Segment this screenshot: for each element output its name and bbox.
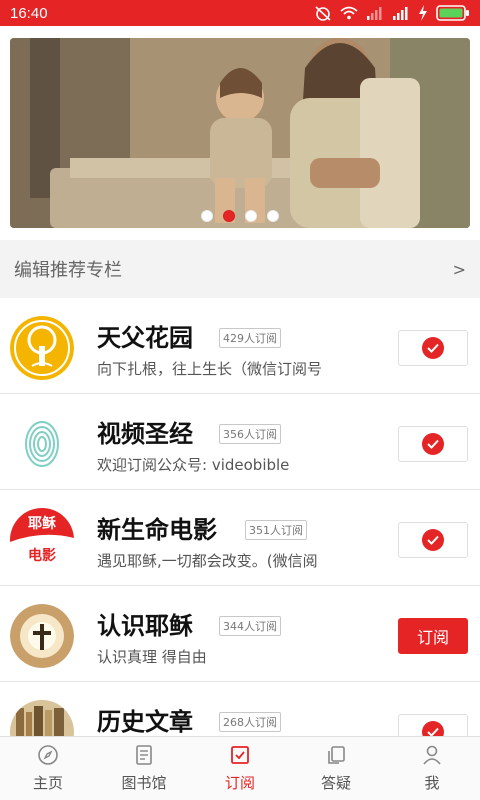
subscribe-button[interactable]: 订阅 (398, 618, 468, 654)
wifi-icon (340, 6, 358, 20)
carousel-dot[interactable] (267, 210, 279, 222)
tab-subscribe[interactable]: 订阅 (192, 737, 288, 800)
column-description: 遇见耶稣,一切都会改变。(微信阅 (97, 552, 318, 570)
list-item[interactable]: 耶稣 电影 新生命电影 351人订阅 遇见耶稣,一切都会改变。(微信阅 (0, 490, 480, 586)
battery-icon (436, 5, 469, 21)
status-bar: 16:40 (0, 0, 480, 26)
bookshelf-logo-icon (10, 700, 74, 736)
column-name: 视频圣经 (97, 420, 193, 448)
subscribed-toggle-button[interactable] (398, 426, 468, 462)
book-icon (136, 745, 152, 765)
check-icon (422, 433, 444, 455)
fingerprint-logo-icon (10, 412, 74, 476)
subscriber-count-badge: 429人订阅 (219, 328, 281, 348)
tab-label: 我 (424, 774, 440, 792)
list-item[interactable]: 天父花园 429人订阅 向下扎根，往上生长（微信订阅号 (0, 298, 480, 394)
carousel-dots (10, 210, 470, 222)
section-header-editor-picks[interactable]: 编辑推荐专栏 > (0, 240, 480, 298)
status-icons (314, 5, 470, 21)
cross-logo-icon (10, 604, 74, 668)
subscribed-toggle-button[interactable] (398, 330, 468, 366)
list-item[interactable]: 认识耶稣 344人订阅 认识真理 得自由 订阅 (0, 586, 480, 682)
subscriber-count-badge: 356人订阅 (219, 424, 281, 444)
tab-qa[interactable]: 答疑 (288, 737, 384, 800)
charging-icon (419, 5, 427, 21)
banner-carousel[interactable] (10, 38, 470, 228)
tree-logo-icon (10, 316, 74, 380)
column-description: 认识真理 得自由 (97, 648, 207, 666)
person-icon (423, 745, 441, 765)
column-list: 天父花园 429人订阅 向下扎根，往上生长（微信订阅号 视频圣经 356人订阅 … (0, 298, 480, 736)
tab-label: 答疑 (320, 774, 351, 792)
tab-label: 主页 (32, 774, 63, 792)
section-title: 编辑推荐专栏 (14, 260, 122, 281)
column-name: 新生命电影 (97, 516, 217, 544)
carousel-dot[interactable] (245, 210, 257, 222)
subscribe-check-icon (231, 746, 249, 764)
subscriber-count-badge: 344人订阅 (219, 616, 281, 636)
carousel-dot[interactable] (201, 210, 213, 222)
carousel-dot-active[interactable] (223, 210, 235, 222)
check-icon (422, 337, 444, 359)
column-name: 认识耶稣 (97, 612, 193, 640)
bottom-tab-bar: 主页 图书馆 订阅 答疑 我 (0, 736, 480, 800)
check-icon (422, 721, 444, 736)
tab-library[interactable]: 图书馆 (96, 737, 192, 800)
column-description: 欢迎订阅公众号: videobible (97, 456, 290, 474)
subscriber-count-badge: 351人订阅 (245, 520, 307, 540)
column-name: 天父花园 (97, 324, 193, 352)
subscriber-count-badge: 268人订阅 (219, 712, 281, 732)
compass-icon (38, 745, 58, 765)
alarm-off-icon (315, 6, 331, 21)
tab-label: 订阅 (224, 774, 255, 792)
column-description: 向下扎根，往上生长（微信订阅号 (97, 360, 323, 378)
movie-logo-text-top: 耶稣 (28, 515, 56, 532)
tab-me[interactable]: 我 (384, 737, 480, 800)
column-name: 历史文章 (97, 708, 193, 736)
tab-label: 图书馆 (121, 774, 167, 792)
subscribed-toggle-button[interactable] (398, 714, 468, 736)
signal-weak-icon (367, 7, 382, 20)
signal-icon (393, 7, 408, 20)
chevron-right-icon: > (452, 259, 466, 279)
movie-logo-text-bottom: 电影 (28, 547, 56, 564)
subscribed-toggle-button[interactable] (398, 522, 468, 558)
list-item[interactable]: 视频圣经 356人订阅 欢迎订阅公众号: videobible (0, 394, 480, 490)
check-icon (422, 529, 444, 551)
movie-logo-icon: 耶稣 电影 (10, 508, 74, 572)
copy-icon (328, 746, 345, 764)
banner-image (10, 38, 470, 228)
list-item[interactable]: 历史文章 268人订阅 (0, 682, 480, 736)
status-time: 16:40 (10, 4, 48, 22)
tab-home[interactable]: 主页 (0, 737, 96, 800)
